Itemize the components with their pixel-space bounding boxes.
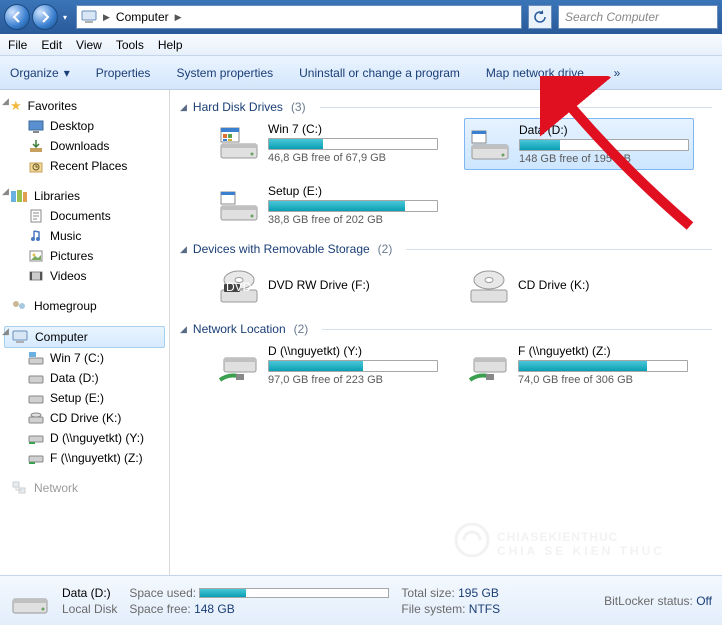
drive-name: F (\\nguyetkt) (Z:) [518,344,690,358]
drive-item[interactable]: D (\\nguyetkt) (Y:) 97,0 GB free of 223 G… [214,340,444,390]
computer-icon [77,6,101,28]
homegroup-icon [10,298,28,314]
drive-free-text: 74,0 GB free of 306 GB [518,374,690,386]
menu-tools[interactable]: Tools [116,38,144,52]
drive-icon [218,184,260,226]
drive-free-text: 148 GB free of 195 GB [519,153,689,165]
drive-free-text: 38,8 GB free of 202 GB [268,214,440,226]
sidebar-item-drive-d[interactable]: Data (D:) [0,368,169,388]
drive-icon [10,581,50,621]
drive-item[interactable]: F (\\nguyetkt) (Z:) 74,0 GB free of 306 G… [464,340,694,390]
sidebar-favorites[interactable]: ★ Favorites [0,96,169,116]
collapse-icon[interactable]: ◢ [2,326,9,337]
sidebar-item-drive-e[interactable]: Setup (E:) [0,388,169,408]
computer-icon [11,329,29,345]
drive-name: Setup (E:) [268,184,440,198]
drive-icon [468,264,510,306]
collapse-icon: ◢ [180,324,187,335]
sidebar-network[interactable]: Network [0,478,169,498]
toolbar-overflow-button[interactable]: » [610,66,624,80]
organize-button[interactable]: Organize ▾ [10,66,70,80]
sidebar-item-videos[interactable]: Videos [0,266,169,286]
system-properties-button[interactable]: System properties [176,66,273,80]
drive-free-text: 97,0 GB free of 223 GB [268,374,440,386]
search-placeholder: Search Computer [565,10,659,24]
drive-name: D (\\nguyetkt) (Y:) [268,344,440,358]
collapse-icon[interactable]: ◢ [2,96,9,107]
network-icon [10,480,28,496]
sidebar-item-music[interactable]: Music [0,226,169,246]
drive-icon [218,344,260,386]
capacity-bar [519,139,689,151]
collapse-icon[interactable]: ◢ [2,186,9,197]
group-header[interactable]: ◢Devices with Removable Storage (2) [174,238,718,260]
drive-name: DVD RW Drive (F:) [268,278,440,292]
refresh-button[interactable] [528,5,552,29]
command-bar: Organize ▾ Properties System properties … [0,56,722,90]
drive-item[interactable]: DVD DVD RW Drive (F:) [214,260,444,310]
breadcrumb-computer[interactable]: Computer [112,10,173,24]
drive-item[interactable]: CD Drive (K:) [464,260,694,310]
capacity-bar [268,200,438,212]
address-bar[interactable]: ▶ Computer ▶ [76,5,522,29]
capacity-bar [268,138,438,150]
details-pane: Data (D:) Local Disk Space used: Space f… [0,575,722,625]
menu-view[interactable]: View [76,38,102,52]
group-header[interactable]: ◢Hard Disk Drives (3) [174,96,718,118]
drive-item[interactable]: Setup (E:) 38,8 GB free of 202 GB [214,180,444,230]
sidebar-item-drive-c[interactable]: Win 7 (C:) [0,348,169,368]
nav-bar: ▾ ▶ Computer ▶ Search Computer [0,0,722,34]
menu-edit[interactable]: Edit [41,38,62,52]
breadcrumb-sep-icon: ▶ [173,12,184,23]
drive-icon: DVD [218,264,260,306]
sidebar-item-pictures[interactable]: Pictures [0,246,169,266]
uninstall-button[interactable]: Uninstall or change a program [299,66,460,80]
sidebar-item-drive-k[interactable]: CD Drive (K:) [0,408,169,428]
drive-name: CD Drive (K:) [518,278,690,292]
space-used-bar [199,588,389,598]
sidebar-item-netdrive-z[interactable]: F (\\nguyetkt) (Z:) [0,448,169,468]
sidebar-item-netdrive-y[interactable]: D (\\nguyetkt) (Y:) [0,428,169,448]
star-icon: ★ [10,98,22,114]
capacity-bar [518,360,688,372]
drive-icon [218,122,260,164]
collapse-icon: ◢ [180,102,187,113]
capacity-bar [268,360,438,372]
sidebar-item-downloads[interactable]: Downloads [0,136,169,156]
search-input[interactable]: Search Computer [558,5,718,29]
sidebar-computer[interactable]: Computer [4,326,165,348]
menu-file[interactable]: File [8,38,27,52]
group-header[interactable]: ◢Network Location (2) [174,318,718,340]
forward-button[interactable] [32,4,58,30]
menu-help[interactable]: Help [158,38,183,52]
chevron-down-icon: ▾ [64,66,70,80]
drive-name: Win 7 (C:) [268,122,440,136]
drive-item[interactable]: Data (D:) 148 GB free of 195 GB [464,118,694,170]
svg-text:DVD: DVD [226,280,252,294]
drive-free-text: 46,8 GB free of 67,9 GB [268,152,440,164]
collapse-icon: ◢ [180,244,187,255]
details-title: Data (D:) [62,586,111,600]
content-pane: ◢Hard Disk Drives (3) Win 7 (C:) 46,8 GB f… [170,90,722,575]
drive-item[interactable]: Win 7 (C:) 46,8 GB free of 67,9 GB [214,118,444,170]
navigation-pane: ◢ ★ Favorites Desktop Downloads Recent P… [0,90,170,575]
drive-icon [469,123,511,165]
nav-history-dropdown[interactable]: ▾ [60,4,70,30]
sidebar-item-recent[interactable]: Recent Places [0,156,169,176]
sidebar-libraries[interactable]: Libraries [0,186,169,206]
sidebar-item-desktop[interactable]: Desktop [0,116,169,136]
breadcrumb-sep-icon: ▶ [101,12,112,23]
drive-icon [468,344,510,386]
details-subtitle: Local Disk [62,602,117,616]
map-network-drive-button[interactable]: Map network drive [486,66,584,80]
sidebar-homegroup[interactable]: Homegroup [0,296,169,316]
sidebar-item-documents[interactable]: Documents [0,206,169,226]
back-button[interactable] [4,4,30,30]
properties-button[interactable]: Properties [96,66,151,80]
libraries-icon [10,188,28,204]
drive-name: Data (D:) [519,123,689,137]
menu-bar: File Edit View Tools Help [0,34,722,56]
